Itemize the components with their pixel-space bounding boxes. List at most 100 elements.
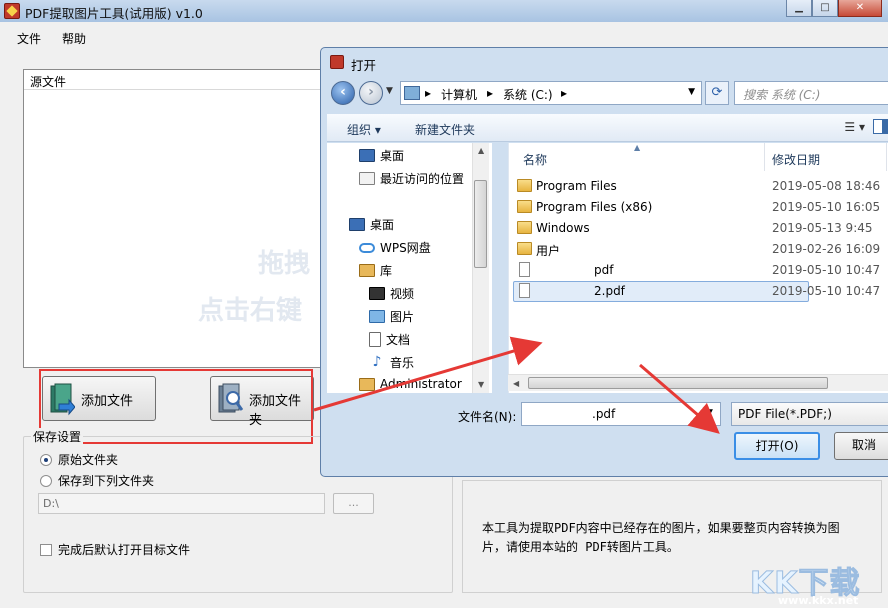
nav-item-videos[interactable]: 视频 — [369, 285, 414, 302]
file-row[interactable]: pdf 2019-05-10 10:47 — [509, 260, 888, 281]
dialog-titlebar[interactable]: 打开 — [321, 48, 888, 76]
column-divider[interactable] — [764, 143, 765, 171]
scroll-left-icon[interactable]: ◀ — [513, 379, 519, 388]
nav-item-label: 文档 — [386, 333, 411, 347]
dialog-toolbar: 组织 ▾ 新建文件夹 ☰ ▾ — [327, 114, 888, 142]
app-titlebar[interactable]: PDF提取图片工具(试用版) v1.0 ▁ □ ✕ — [0, 0, 888, 22]
file-date: 2019-05-10 10:47 — [772, 263, 881, 277]
nav-item-label: Administrator — [380, 377, 462, 391]
file-list-h-scrollbar[interactable]: ◀ — [508, 374, 888, 391]
site-watermark-logo: KK下载 www.kkx.net — [748, 556, 888, 608]
preview-pane-icon[interactable] — [873, 119, 888, 134]
forward-arrow-icon[interactable]: › — [359, 81, 383, 105]
menu-file[interactable]: 文件 — [17, 30, 41, 47]
drop-hint-line1: 拖拽 — [258, 249, 311, 279]
navigation-pane[interactable]: 桌面 最近访问的位置 桌面 WPS网盘 库 视频 图片 文档 ♪ 音乐 Admi… — [327, 143, 492, 393]
nav-item-label: 音乐 — [390, 356, 415, 370]
radio-original-folder[interactable]: 原始文件夹 — [40, 451, 118, 468]
view-options-icon[interactable]: ☰ ▾ — [844, 120, 865, 134]
filename-input[interactable]: .pdf — [521, 402, 721, 426]
file-row[interactable]: Program Files 2019-05-08 18:46 — [509, 176, 888, 197]
menubar: 文件 帮助 — [0, 26, 888, 48]
desktop-icon — [349, 218, 365, 231]
nav-item-label: 库 — [380, 264, 393, 278]
breadcrumb-sep-icon: ▸ — [487, 86, 494, 100]
nav-item-pictures[interactable]: 图片 — [369, 308, 414, 325]
nav-item-desktop[interactable]: 桌面 — [359, 147, 404, 164]
folder-icon — [517, 179, 532, 192]
browse-button[interactable]: ... — [333, 493, 374, 514]
cloud-icon — [359, 242, 375, 253]
drop-hint-line2: 点击右键 — [198, 296, 303, 326]
nav-item-library[interactable]: 库 — [359, 262, 392, 279]
radio-custom-folder[interactable]: 保存到下列文件夹 — [40, 472, 154, 489]
file-row[interactable]: Program Files (x86) 2019-05-10 16:05 — [509, 197, 888, 218]
back-arrow-icon[interactable]: ‹ — [331, 81, 355, 105]
file-name: 2.pdf — [594, 284, 625, 298]
file-type-select[interactable]: PDF File(*.PDF;) — [731, 402, 888, 426]
close-button[interactable]: ✕ — [838, 0, 882, 17]
document-icon — [369, 332, 381, 347]
scroll-down-icon[interactable]: ▼ — [478, 380, 484, 389]
filename-label: 文件名(N): — [458, 410, 517, 424]
dialog-app-icon — [330, 55, 344, 69]
address-dropdown-icon[interactable]: ▼ — [688, 87, 695, 97]
breadcrumb-sep-icon: ▸ — [561, 86, 568, 100]
breadcrumb-sep-icon: ▸ — [425, 86, 432, 100]
new-folder-button[interactable]: 新建文件夹 — [415, 121, 475, 138]
app-icon — [4, 3, 20, 19]
nav-item-administrator[interactable]: Administrator — [359, 377, 462, 391]
nav-item-documents[interactable]: 文档 — [369, 331, 410, 348]
file-row-selected[interactable]: 2.pdf 2019-05-10 10:47 — [509, 281, 888, 302]
open-after-label: 完成后默认打开目标文件 — [58, 543, 191, 557]
organize-button[interactable]: 组织 ▾ — [347, 121, 381, 138]
breadcrumb-computer[interactable]: 计算机 — [441, 86, 477, 103]
picture-icon — [369, 310, 385, 323]
search-input[interactable]: 搜索 系统 (C:) — [734, 81, 888, 105]
column-divider[interactable] — [886, 143, 887, 171]
refresh-icon[interactable]: ⟳ — [705, 81, 729, 105]
nav-item-wps-cloud[interactable]: WPS网盘 — [359, 239, 431, 256]
file-name: pdf — [594, 263, 614, 277]
output-path-input[interactable]: D:\ — [38, 493, 325, 514]
menu-help[interactable]: 帮助 — [62, 30, 86, 47]
breadcrumb-drive[interactable]: 系统 (C:) — [503, 86, 553, 103]
file-icon — [519, 262, 530, 277]
open-after-checkbox[interactable]: 完成后默认打开目标文件 — [40, 541, 190, 558]
file-name: Windows — [536, 221, 590, 235]
filename-dropdown-icon[interactable]: ▼ — [706, 408, 713, 418]
video-icon — [369, 287, 385, 300]
cancel-button[interactable]: 取消 — [834, 432, 888, 460]
radio-custom-label: 保存到下列文件夹 — [58, 474, 155, 488]
address-bar[interactable]: ▸ 计算机 ▸ 系统 (C:) ▸ ▼ — [400, 81, 702, 105]
music-note-icon: ♪ — [372, 354, 382, 370]
minimize-button[interactable]: ▁ — [786, 0, 812, 17]
file-name: Program Files (x86) — [536, 200, 653, 214]
nav-item-desktop-root[interactable]: 桌面 — [349, 216, 394, 233]
scroll-up-icon[interactable]: ▲ — [478, 146, 484, 155]
file-date: 2019-05-10 16:05 — [772, 200, 881, 214]
nav-item-music[interactable]: ♪ 音乐 — [369, 354, 414, 371]
computer-icon — [404, 86, 420, 100]
folder-icon — [517, 200, 532, 213]
file-list-pane[interactable]: 名称 ▲ 修改日期 Program Files 2019-05-08 18:46… — [508, 143, 888, 393]
column-header-modified[interactable]: 修改日期 — [772, 143, 820, 171]
nav-pane-scroll-thumb[interactable] — [474, 180, 487, 268]
nav-item-label: 图片 — [390, 310, 415, 324]
site-logo-url: www.kkx.net — [778, 594, 859, 607]
nav-item-label: 桌面 — [370, 218, 395, 232]
open-button[interactable]: 打开(O) — [734, 432, 820, 460]
folder-icon — [517, 221, 532, 234]
file-row[interactable]: 用户 2019-02-26 16:09 — [509, 239, 888, 260]
history-dropdown-icon[interactable]: ▼ — [386, 86, 393, 96]
file-row[interactable]: Windows 2019-05-13 9:45 — [509, 218, 888, 239]
nav-item-recent[interactable]: 最近访问的位置 — [359, 170, 464, 187]
save-settings-label: 保存设置 — [31, 428, 84, 445]
library-icon — [359, 264, 375, 277]
file-date: 2019-05-10 10:47 — [772, 284, 881, 298]
file-date: 2019-05-08 18:46 — [772, 179, 881, 193]
maximize-button[interactable]: □ — [812, 0, 838, 17]
dialog-title: 打开 — [351, 58, 377, 73]
column-header-name[interactable]: 名称 — [523, 143, 547, 171]
h-scroll-thumb[interactable] — [528, 377, 828, 389]
